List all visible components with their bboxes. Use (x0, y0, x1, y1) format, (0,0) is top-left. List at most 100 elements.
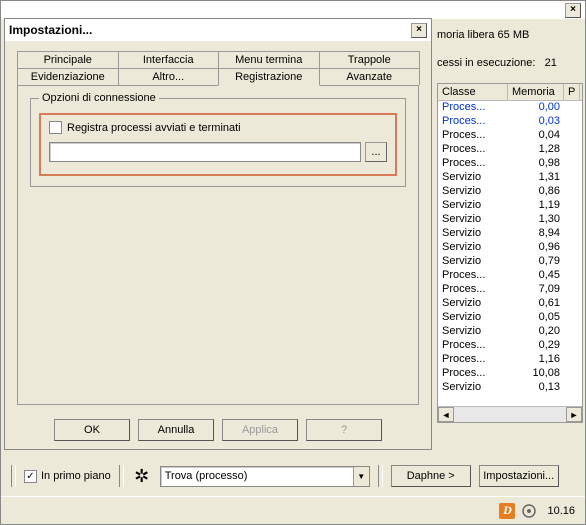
cell-class: Proces... (438, 157, 510, 171)
cell-class: Servizio (438, 227, 510, 241)
cell-memory: 0,98 (510, 157, 566, 171)
cell-memory: 0,79 (510, 255, 566, 269)
tab-panel-registrazione: Opzioni di connessione Registra processi… (17, 85, 419, 405)
apply-button[interactable]: Applica (222, 419, 298, 441)
table-row[interactable]: Proces...0,03 (438, 115, 582, 129)
log-processes-label: Registra processi avviati e terminati (67, 122, 241, 134)
cell-class: Proces... (438, 367, 510, 381)
cancel-button[interactable]: Annulla (138, 419, 214, 441)
ok-button[interactable]: OK (54, 419, 130, 441)
clock: 10.16 (543, 505, 579, 517)
tab-registrazione[interactable]: Registrazione (218, 68, 320, 86)
horizontal-scrollbar[interactable]: ◄ ► (438, 406, 582, 422)
cell-class: Servizio (438, 297, 510, 311)
tab-interfaccia[interactable]: Interfaccia (118, 51, 220, 68)
dialog-title: Impostazioni... (9, 23, 411, 37)
cell-class: Proces... (438, 143, 510, 157)
log-processes-checkbox[interactable] (49, 121, 62, 134)
dialog-button-row: OK Annulla Applica ? (17, 419, 419, 441)
table-row[interactable]: Proces...0,29 (438, 339, 582, 353)
crosshair-tool[interactable]: ✲ (132, 466, 152, 486)
memory-free-label: moria libera 65 MB (437, 29, 557, 41)
cell-memory: 1,19 (510, 199, 566, 213)
log-path-row: ... (49, 142, 387, 162)
chevron-down-icon[interactable]: ▼ (353, 467, 369, 486)
cell-class: Proces... (438, 115, 510, 129)
cell-memory: 0,20 (510, 325, 566, 339)
cell-memory: 0,13 (510, 381, 566, 395)
table-row[interactable]: Proces...1,16 (438, 353, 582, 367)
cell-class: Proces... (438, 339, 510, 353)
cell-memory: 0,96 (510, 241, 566, 255)
table-row[interactable]: Servizio0,96 (438, 241, 582, 255)
table-row[interactable]: Servizio1,19 (438, 199, 582, 213)
tab-menu-termina[interactable]: Menu termina (218, 51, 320, 68)
info-panel: moria libera 65 MB cessi in esecuzione: … (437, 29, 557, 69)
cell-memory: 0,00 (510, 101, 566, 115)
table-body: Proces...0,00Proces...0,03Proces...0,04P… (438, 101, 582, 395)
tab-principale[interactable]: Principale (17, 51, 119, 68)
table-header: Classe Memoria P (438, 84, 582, 101)
log-processes-row: Registra processi avviati e terminati (49, 121, 387, 134)
table-row[interactable]: Servizio0,20 (438, 325, 582, 339)
col-header-memory[interactable]: Memoria (508, 84, 564, 100)
tab-altro[interactable]: Altro... (118, 68, 220, 85)
processes-running-label: cessi in esecuzione: (437, 57, 535, 69)
table-row[interactable]: Proces...1,28 (438, 143, 582, 157)
cell-memory: 0,45 (510, 269, 566, 283)
find-combo-value: Trova (processo) (161, 470, 353, 482)
table-row[interactable]: Proces...0,00 (438, 101, 582, 115)
cell-memory: 0,29 (510, 339, 566, 353)
taskbar: D 10.16 (1, 496, 585, 524)
tray-icon[interactable] (521, 503, 537, 519)
cell-memory: 1,16 (510, 353, 566, 367)
table-row[interactable]: Proces...0,98 (438, 157, 582, 171)
log-path-input[interactable] (49, 142, 361, 162)
processes-running-row: cessi in esecuzione: 21 (437, 57, 557, 69)
table-row[interactable]: Servizio0,61 (438, 297, 582, 311)
cell-class: Servizio (438, 241, 510, 255)
table-row[interactable]: Servizio0,86 (438, 185, 582, 199)
cell-class: Servizio (438, 213, 510, 227)
cell-class: Servizio (438, 171, 510, 185)
table-row[interactable]: Servizio8,94 (438, 227, 582, 241)
tab-control: PrincipaleInterfacciaMenu terminaTrappol… (17, 51, 419, 405)
help-button[interactable]: ? (306, 419, 382, 441)
tab-row-2: EvidenziazioneAltro...RegistrazioneAvanz… (17, 68, 419, 85)
table-row[interactable]: Proces...7,09 (438, 283, 582, 297)
tab-trappole[interactable]: Trappole (319, 51, 421, 68)
table-row[interactable]: Servizio0,13 (438, 381, 582, 395)
in-primo-piano-label: In primo piano (41, 470, 111, 482)
scroll-right-button[interactable]: ► (566, 407, 582, 422)
col-header-class[interactable]: Classe (438, 84, 508, 100)
cell-memory: 0,61 (510, 297, 566, 311)
find-combo[interactable]: Trova (processo) ▼ (160, 466, 370, 487)
dialog-close-button[interactable]: × (411, 23, 427, 38)
cell-memory: 0,05 (510, 311, 566, 325)
table-row[interactable]: Servizio1,30 (438, 213, 582, 227)
dialog-body: PrincipaleInterfacciaMenu terminaTrappol… (5, 41, 431, 451)
table-row[interactable]: Servizio0,05 (438, 311, 582, 325)
in-primo-piano-checkbox[interactable] (24, 470, 37, 483)
table-row[interactable]: Proces...0,04 (438, 129, 582, 143)
browse-button[interactable]: ... (365, 142, 387, 162)
table-row[interactable]: Proces...10,08 (438, 367, 582, 381)
daphne-button[interactable]: Daphne > (391, 465, 471, 487)
scroll-track[interactable] (454, 407, 566, 422)
impostazioni-button[interactable]: Impostazioni... (479, 465, 559, 487)
cell-memory: 10,08 (510, 367, 566, 381)
tab-avanzate[interactable]: Avanzate (319, 68, 421, 85)
table-row[interactable]: Servizio0,79 (438, 255, 582, 269)
tab-evidenziazione[interactable]: Evidenziazione (17, 68, 119, 85)
main-close-button[interactable]: × (565, 3, 581, 18)
col-header-p[interactable]: P (564, 84, 580, 100)
table-row[interactable]: Proces...0,45 (438, 269, 582, 283)
processes-running-count: 21 (545, 57, 557, 69)
scroll-left-button[interactable]: ◄ (438, 407, 454, 422)
cell-memory: 0,04 (510, 129, 566, 143)
cell-class: Servizio (438, 325, 510, 339)
table-row[interactable]: Servizio1,31 (438, 171, 582, 185)
cell-class: Servizio (438, 185, 510, 199)
main-titlebar: × (1, 1, 585, 19)
daphne-tray-icon[interactable]: D (499, 503, 515, 519)
